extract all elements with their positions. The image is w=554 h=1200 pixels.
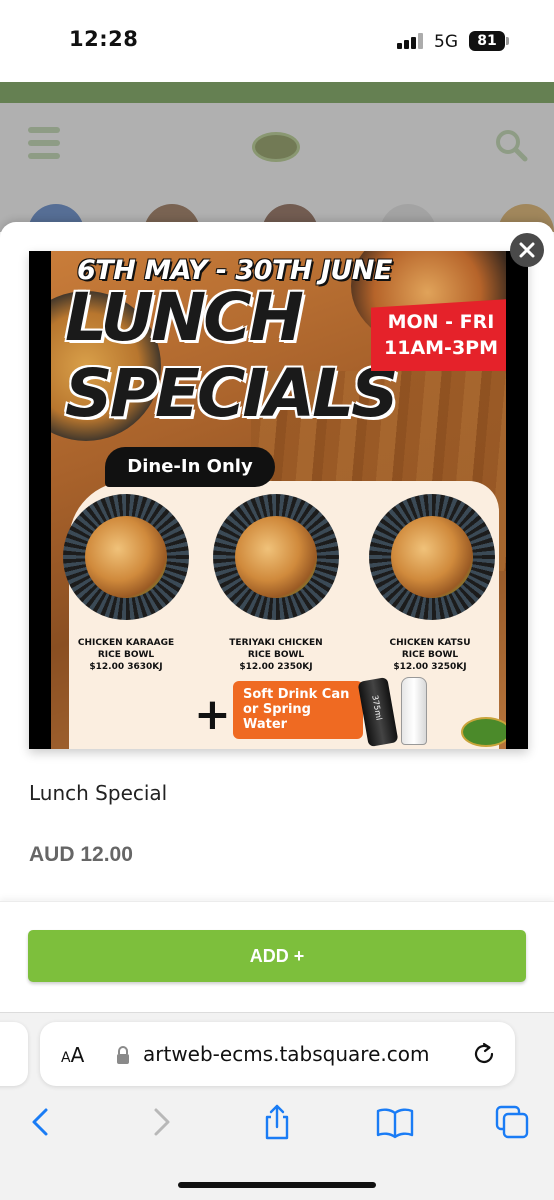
add-to-cart-button[interactable]: ADD + [28,930,526,982]
water-bottle [401,677,427,745]
promo-headline: LUNCH [65,279,304,356]
dish-label: CHICKEN KARAAGE RICE BOWL $12.00 3630KJ [77,638,175,672]
home-indicator[interactable] [178,1182,376,1188]
share-icon[interactable] [257,1102,297,1142]
plus-sign: + [194,689,231,740]
reload-icon[interactable] [471,1041,497,1067]
promo-image: 6TH MAY - 30TH JUNE LUNCH SPECIALS MON -… [29,251,528,749]
modal-backdrop[interactable] [0,82,554,232]
status-time: 12:28 [69,27,139,51]
promo-artwork: 6TH MAY - 30TH JUNE LUNCH SPECIALS MON -… [51,251,506,749]
signal-icon [397,33,425,49]
status-bar: 12:28 5G 81 [0,0,554,82]
lock-icon [117,1046,129,1064]
back-icon[interactable] [22,1102,62,1142]
rice-bowl-image [213,494,339,620]
item-name: Lunch Special [29,781,168,805]
previous-tab-preview[interactable] [0,1022,28,1086]
close-icon [519,242,535,258]
battery-tip [506,37,509,45]
drink-offer: Soft Drink Can or Spring Water [233,681,363,739]
rice-bowl-image [63,494,189,620]
url-text[interactable]: artweb-ecms.tabsquare.com [143,1042,458,1066]
dine-in-badge: Dine-In Only [105,447,275,487]
bookmarks-icon[interactable] [375,1102,415,1142]
network-label: 5G [434,32,458,52]
promo-logo [461,717,506,747]
close-button[interactable] [510,233,544,267]
promo-hours: 11AM-3PM [384,337,498,359]
tabs-icon[interactable] [492,1102,532,1142]
promo-schedule: MON - FRI 11AM-3PM [371,299,506,371]
rice-bowl-image [369,494,495,620]
dish-label: CHICKEN KATSU RICE BOWL $12.00 3250KJ [389,638,471,672]
promo-days: MON - FRI [387,311,495,333]
promo-headline: SPECIALS [65,355,399,432]
forward-icon[interactable] [140,1102,180,1142]
text-size-button[interactable]: AA [61,1043,84,1067]
battery-icon: 81 [469,31,505,51]
item-price: AUD 12.00 [29,843,133,866]
dish-label: TERIYAKI CHICKEN RICE BOWL $12.00 2350KJ [229,638,323,672]
